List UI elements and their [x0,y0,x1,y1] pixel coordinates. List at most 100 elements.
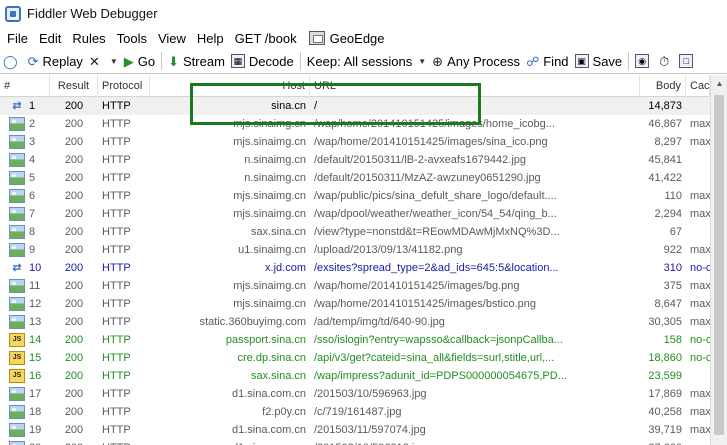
column-header-protocol[interactable]: Protocol [98,75,150,97]
table-row[interactable]: 5 200 HTTP n.sinaimg.cn/default/20150311/Mz… [0,169,710,187]
cell-body-size: 8,647 [654,298,682,310]
cell-caching: max [690,118,710,130]
row-number: 6 [29,190,36,202]
column-header-body[interactable]: Body [640,75,686,97]
cell-protocol: HTTP [102,316,131,328]
cell-number: 20 [0,439,50,445]
table-row[interactable]: 6 200 HTTP mjs.sinaimg.cn/wap/public/pics/s… [0,187,710,205]
row-number: 12 [29,298,42,310]
menu-geoedge[interactable]: GeoEdge [308,31,385,46]
image-file-icon [9,315,25,329]
menu-bar: File Edit Rules Tools View Help GET /boo… [0,27,727,49]
cell-number: 12 [0,295,50,313]
cell-url: /c/719/161487.jpg [314,406,402,418]
speech-bubble-icon: ◯ [3,53,18,69]
scrollbar-thumb[interactable] [714,95,724,435]
chevron-down-icon: ▼ [418,56,427,66]
column-header-caching[interactable]: Cach [686,75,710,97]
cell-caching [686,151,710,169]
browse-button[interactable]: □ [676,54,700,68]
cell-result: 200 [64,100,84,112]
table-row[interactable]: 3 200 HTTP mjs.sinaimg.cn/wap/home/20141015… [0,133,710,151]
cell-caching: max [690,244,710,256]
go-label: Go [137,53,156,69]
screenshot-button[interactable]: ◉ [632,54,656,68]
column-header-number[interactable]: # [0,75,50,97]
table-row[interactable]: ⇄ 1 200 HTTP sina.cn/14,873 [0,97,710,115]
cell-body-size: 30,305 [648,316,682,328]
image-file-icon [9,243,25,257]
table-row[interactable]: JS 14 200 HTTP passport.sina.cn/sso/islogin?… [0,331,710,349]
cell-url: / [314,100,318,112]
menu-get-book[interactable]: GET /book [231,31,301,46]
table-row[interactable]: 19 200 HTTP d1.sina.com.cn/201503/11/597074… [0,421,710,439]
scroll-up-arrow-icon[interactable]: ▲ [711,75,727,92]
cell-caching: max [690,388,710,400]
cell-number: 6 [0,187,50,205]
table-row[interactable]: 4 200 HTTP n.sinaimg.cn/default/20150311/lB… [0,151,710,169]
menu-help[interactable]: Help [193,31,228,46]
cell-caching: no-c [690,262,710,274]
column-header-host[interactable]: Host [150,75,310,97]
cell-result: 200 [64,208,84,220]
table-row[interactable]: JS 15 200 HTTP cre.dp.sina.cn/api/v3/get?cat… [0,349,710,367]
menu-edit[interactable]: Edit [35,31,65,46]
cell-body-size: 158 [663,334,682,346]
cell-body-size: 922 [663,244,682,256]
menu-view[interactable]: View [154,31,190,46]
row-number: 4 [29,154,36,166]
column-header-url[interactable]: URL [310,75,640,97]
cell-url: /ad/temp/img/td/640-90.jpg [314,316,445,328]
table-row[interactable]: 17 200 HTTP d1.sina.com.cn/201503/10/596963… [0,385,710,403]
table-row[interactable]: 20 200HTTPd1.sina.com.cn/201503/10/596812… [0,439,710,445]
table-row[interactable]: JS 16 200 HTTP sax.sina.cn/wap/impress?aduni… [0,367,710,385]
keep-sessions-dropdown[interactable]: Keep: All sessions ▼ [304,54,429,69]
row-number: 16 [29,370,42,382]
cell-host: mjs.sinaimg.cn [233,190,306,202]
image-file-icon [9,279,25,293]
cell-body-size: 40,258 [648,406,682,418]
menu-file[interactable]: File [3,31,32,46]
cell-caching: max [690,280,710,292]
replay-button[interactable]: ⟳ Replay [25,54,86,69]
decode-label: Decode [248,53,294,69]
table-row[interactable]: 12 200 HTTP mjs.sinaimg.cn/wap/home/2014101… [0,295,710,313]
save-button[interactable]: ▣ Save [572,54,626,69]
stream-button[interactable]: ⬇ Stream [165,54,228,69]
cell-result: 200 [64,244,84,256]
column-header-result[interactable]: Result [50,75,98,97]
cell-url: /201503/10/596963.jpg [314,388,427,400]
image-file-icon [9,405,25,419]
cell-body-size: 375 [663,280,682,292]
cell-url: /wap/public/pics/sina_defult_share_logo/… [314,190,557,202]
cell-result: 200 [50,439,98,445]
decode-button[interactable]: ▦ Decode [228,54,297,69]
any-process-button[interactable]: ⊕ Any Process [429,54,523,69]
menu-rules[interactable]: Rules [68,31,109,46]
table-row[interactable]: 18 200 HTTP f2.p0y.cn/c/719/161487.jpg 40,25… [0,403,710,421]
table-row[interactable]: 11 200 HTTP mjs.sinaimg.cn/wap/home/2014101… [0,277,710,295]
go-button[interactable]: ▶ Go [121,54,158,69]
cell-url: /view?type=nonstd&t=REowMDAwMjMxNQ%3D... [314,226,560,238]
table-row[interactable]: 13 200 HTTP static.360buyimg.com/ad/temp/im… [0,313,710,331]
remove-button[interactable]: ✕ ▼ [86,55,121,68]
cell-body-size: 8,297 [654,136,682,148]
vertical-scrollbar[interactable]: ▲ [710,75,727,445]
cell-caching [686,223,710,241]
image-file-icon [9,225,25,239]
table-row[interactable]: 9 200 HTTP u1.sinaimg.cn/upload/2013/09/13/… [0,241,710,259]
table-row[interactable]: 8 200 HTTP sax.sina.cn/view?type=nonstd&t=R… [0,223,710,241]
cell-number: 11 [0,277,50,295]
table-row[interactable]: 7 200 HTTP mjs.sinaimg.cn/wap/dpool/weather… [0,205,710,223]
menu-tools[interactable]: Tools [113,31,151,46]
cell-host: n.sinaimg.cn [244,154,306,166]
timer-button[interactable]: ⏱ [656,55,676,68]
table-row[interactable]: ⇄ 10 200 HTTP x.jd.com/exsites?spread_type=2… [0,259,710,277]
cell-url: /wap/dpool/weather/weather_icon/54_54/qi… [314,208,557,220]
row-number: 15 [29,352,42,364]
comment-button[interactable]: ◯ [0,55,25,68]
cell-caching: no-c [690,334,710,346]
cell-number: 18 [0,403,50,421]
find-button[interactable]: ☍ Find [523,54,571,69]
table-row[interactable]: 2 200 HTTP mjs.sinaimg.cn/wap/home/20141015… [0,115,710,133]
